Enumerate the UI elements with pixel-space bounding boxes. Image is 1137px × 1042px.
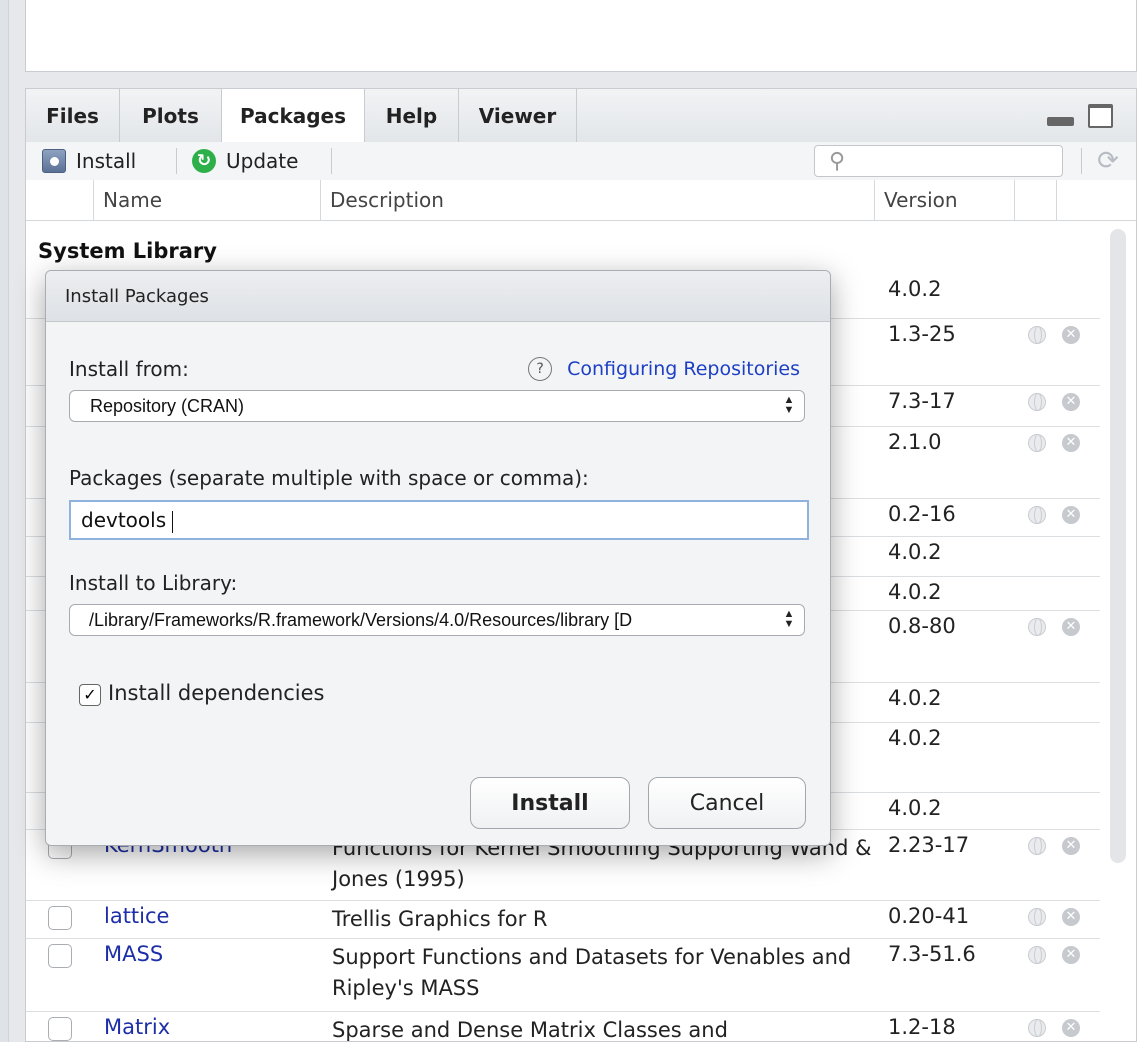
package-version: 4.0.2 [888, 277, 942, 301]
install-packages-dialog: Install Packages Install from: ? Configu… [45, 270, 831, 846]
library-section-title: System Library [38, 239, 217, 263]
refresh-icon[interactable]: ⟳ [1093, 146, 1123, 176]
install-to-library-label: Install to Library: [69, 571, 238, 595]
remove-icon[interactable]: ✕ [1062, 1019, 1080, 1037]
package-description: Trellis Graphics for R [332, 907, 548, 931]
update-button-label: Update [226, 149, 299, 173]
package-version: 1.2-18 [888, 1015, 956, 1039]
column-header-name[interactable]: Name [93, 180, 320, 220]
library-value: /Library/Frameworks/R.framework/Versions… [89, 610, 633, 630]
globe-icon[interactable] [1028, 393, 1046, 411]
package-version: 7.3-51.6 [888, 942, 976, 966]
package-checkbox[interactable] [48, 944, 72, 968]
column-divider [1014, 180, 1015, 220]
install-button[interactable]: Install [42, 145, 136, 177]
globe-icon[interactable] [1028, 506, 1046, 524]
scrollbar[interactable] [1110, 229, 1126, 863]
package-checkbox[interactable] [48, 1017, 72, 1041]
package-checkbox[interactable] [48, 906, 72, 930]
packages-input-value: devtools [81, 508, 167, 532]
package-version: 7.3-17 [888, 389, 956, 413]
toolbar: Install ↻ Update ⚲ ⟳ [26, 142, 1136, 181]
package-description: Support Functions and Datasets for Venab… [332, 945, 852, 1000]
dialog-title: Install Packages [46, 271, 830, 322]
select-arrows-icon: ▲ ▼ [778, 609, 796, 630]
toolbar-separator [331, 148, 332, 174]
package-version: 4.0.2 [888, 580, 942, 604]
remove-icon[interactable]: ✕ [1062, 946, 1080, 964]
package-version: 4.0.2 [888, 540, 942, 564]
remove-icon[interactable]: ✕ [1062, 908, 1080, 926]
install-from-select[interactable]: Repository (CRAN) ▲ ▼ [69, 390, 805, 422]
globe-icon[interactable] [1028, 1019, 1046, 1037]
maximize-icon[interactable] [1088, 104, 1113, 128]
table-row: Matrix Sparse and Dense Matrix Classes a… [26, 1011, 1100, 1042]
search-input[interactable]: ⚲ [814, 145, 1063, 177]
minimize-icon[interactable] [1047, 104, 1074, 128]
update-icon: ↻ [192, 149, 216, 173]
install-dependencies-label[interactable]: Install dependencies [108, 681, 325, 705]
remove-icon[interactable]: ✕ [1062, 393, 1080, 411]
package-name-link[interactable]: MASS [104, 942, 163, 966]
configuring-repositories-link[interactable]: ? Configuring Repositories [528, 357, 800, 381]
tab-files[interactable]: Files [26, 89, 120, 142]
globe-icon[interactable] [1028, 946, 1046, 964]
install-confirm-button[interactable]: Install [470, 777, 630, 829]
globe-icon[interactable] [1028, 434, 1046, 452]
source-pane [25, 0, 1137, 72]
column-divider [1056, 180, 1057, 220]
install-from-value: Repository (CRAN) [90, 396, 245, 416]
column-header-description[interactable]: Description [320, 180, 874, 220]
package-name-link[interactable]: lattice [104, 904, 169, 928]
library-select[interactable]: /Library/Frameworks/R.framework/Versions… [69, 604, 805, 636]
tab-viewer[interactable]: Viewer [459, 89, 577, 142]
remove-icon[interactable]: ✕ [1062, 326, 1080, 344]
remove-icon[interactable]: ✕ [1062, 434, 1080, 452]
install-button-label: Install [76, 149, 137, 173]
help-icon: ? [528, 357, 553, 381]
package-version: 2.23-17 [888, 833, 970, 857]
select-arrows-icon: ▲ ▼ [778, 395, 796, 416]
toolbar-separator [176, 148, 177, 174]
toolbar-separator [1081, 148, 1082, 174]
install-dependencies-checkbox[interactable]: ✓ [79, 684, 101, 706]
install-from-label: Install from: [69, 357, 189, 381]
tab-packages[interactable]: Packages [222, 89, 365, 143]
search-icon: ⚲ [829, 149, 846, 174]
left-edge [0, 0, 9, 1042]
tab-plots[interactable]: Plots [120, 89, 222, 142]
remove-icon[interactable]: ✕ [1062, 837, 1080, 855]
table-row: MASS Support Functions and Datasets for … [26, 938, 1100, 1012]
cancel-button[interactable]: Cancel [648, 777, 806, 829]
update-button[interactable]: ↻ Update [192, 145, 298, 177]
remove-icon[interactable]: ✕ [1062, 506, 1080, 524]
column-header-version[interactable]: Version [874, 180, 1014, 220]
globe-icon[interactable] [1028, 908, 1046, 926]
package-version: 4.0.2 [888, 686, 942, 710]
package-name-link[interactable]: Matrix [104, 1015, 170, 1039]
package-version: 0.2-16 [888, 502, 956, 526]
tab-help[interactable]: Help [365, 89, 459, 142]
packages-label: Packages (separate multiple with space o… [69, 466, 589, 490]
package-version: 0.20-41 [888, 904, 970, 928]
package-version: 0.8-80 [888, 614, 956, 638]
help-link-label: Configuring Repositories [567, 358, 800, 380]
text-caret [172, 510, 174, 533]
package-version: 1.3-25 [888, 322, 956, 346]
package-version: 2.1.0 [888, 430, 942, 454]
packages-input[interactable]: devtools [69, 500, 809, 540]
globe-icon[interactable] [1028, 326, 1046, 344]
table-header: Name Description Version [26, 180, 1136, 221]
remove-icon[interactable]: ✕ [1062, 618, 1080, 636]
tab-bar: Files Plots Packages Help Viewer [26, 89, 1136, 143]
install-icon [42, 149, 66, 173]
package-description: Sparse and Dense Matrix Classes and [332, 1018, 728, 1042]
globe-icon[interactable] [1028, 618, 1046, 636]
globe-icon[interactable] [1028, 837, 1046, 855]
table-row: lattice Trellis Graphics for R 0.20-41 ✕ [26, 900, 1100, 939]
package-version: 4.0.2 [888, 726, 942, 750]
package-version: 4.0.2 [888, 796, 942, 820]
